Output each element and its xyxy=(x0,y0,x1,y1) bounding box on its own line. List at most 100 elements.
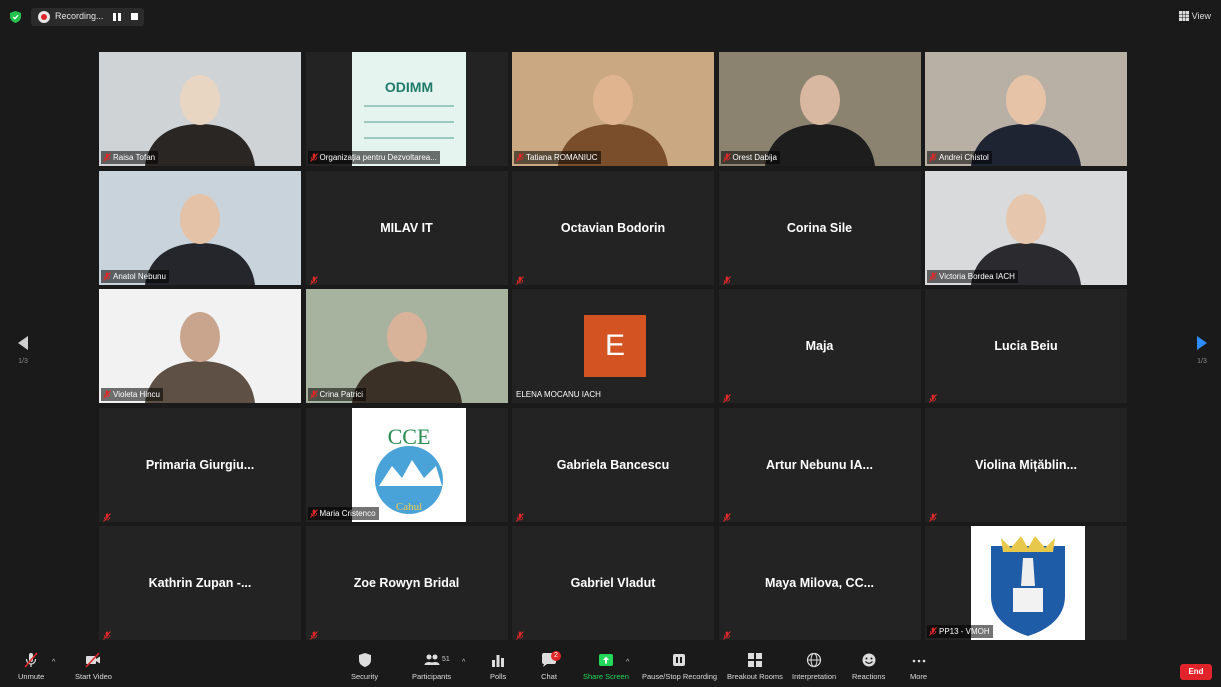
next-page-button[interactable]: 1/3 xyxy=(1197,336,1207,365)
end-meeting-button[interactable]: End xyxy=(1180,664,1212,680)
more-button[interactable]: More xyxy=(910,652,927,681)
participant-tile[interactable]: Victoria Bordea IACH xyxy=(925,170,1127,285)
security-button[interactable]: Security xyxy=(351,652,378,681)
participant-tile[interactable]: Artur Nebunu IA... xyxy=(718,407,921,522)
participant-name: Organizația pentru Dezvoltarea... xyxy=(319,153,437,162)
participant-tile[interactable]: Gabriel Vladut xyxy=(512,526,714,640)
participant-name-label: PP13 - VMOH xyxy=(927,625,993,638)
mic-muted-icon xyxy=(309,153,318,162)
participant-tile[interactable]: Corina Sile xyxy=(718,170,921,285)
audio-options-caret-icon[interactable]: ^ xyxy=(52,659,55,666)
participant-tile[interactable]: Orest Dabija xyxy=(718,52,921,166)
mic-muted-icon xyxy=(103,512,111,522)
participant-tile[interactable]: Kathrin Zupan -... xyxy=(99,526,301,640)
page-indicator-right: 1/3 xyxy=(1197,358,1207,365)
participant-tile[interactable]: Zoe Rowyn Bridal xyxy=(305,526,508,640)
participant-name-label: ELENA MOCANU IACH xyxy=(514,388,604,401)
participant-tile[interactable]: E ELENA MOCANU IACH xyxy=(512,289,714,403)
unmute-button[interactable]: Unmute xyxy=(18,652,44,681)
mic-muted-icon xyxy=(103,153,111,162)
breakout-rooms-button[interactable]: Breakout Rooms xyxy=(727,652,783,681)
mic-muted-icon xyxy=(103,390,111,399)
chat-button[interactable]: 2 Chat xyxy=(541,651,561,681)
mic-muted-indicator xyxy=(516,627,524,640)
mic-muted-icon xyxy=(309,275,318,285)
polls-button[interactable]: Polls xyxy=(490,652,506,681)
participant-tile[interactable]: Crina Patrici xyxy=(305,289,508,403)
pause-stop-recording-button[interactable]: Pause/Stop Recording xyxy=(642,652,717,681)
page-indicator-left: 1/3 xyxy=(18,358,28,365)
participant-tile[interactable]: Violina Mițăblin... xyxy=(925,407,1127,522)
participant-tile[interactable]: PP13 - VMOH xyxy=(925,526,1127,640)
participant-tile[interactable]: Raisa Tofan xyxy=(99,52,301,166)
cloud-recording-icon xyxy=(38,11,50,23)
participant-name-label: Violeta Hincu xyxy=(101,388,163,401)
share-options-caret-icon[interactable]: ^ xyxy=(626,659,629,666)
participant-tile[interactable]: Primaria Giurgiu... xyxy=(99,407,301,522)
participant-name-label: Raisa Tofan xyxy=(101,151,159,164)
participant-tile[interactable]: CCE Cahul Maria Cristenco xyxy=(305,407,508,522)
more-dots-icon xyxy=(912,659,925,663)
participant-name: Maya Milova, CC... xyxy=(764,576,875,590)
mic-muted-indicator xyxy=(722,272,731,285)
mic-muted-indicator xyxy=(929,509,937,522)
cce-logo-subtext: Cahul xyxy=(395,501,421,513)
security-label: Security xyxy=(351,672,379,681)
coat-of-arms-graphic xyxy=(971,526,1085,640)
participant-name-label: Andrei Chistol xyxy=(927,151,992,164)
encryption-shield-icon[interactable] xyxy=(10,11,21,23)
participant-name: Zoe Rowyn Bridal xyxy=(353,576,460,590)
participant-tile[interactable]: Maja xyxy=(718,289,921,403)
mic-muted-indicator xyxy=(929,390,937,403)
start-video-label: Start Video xyxy=(75,672,112,681)
participant-tile[interactable]: ODIMM Organizația pentru Dezvoltarea... xyxy=(305,52,508,166)
mic-muted-indicator xyxy=(722,509,731,522)
reactions-button[interactable]: Reactions xyxy=(852,652,885,681)
participant-tile[interactable]: Violeta Hincu xyxy=(99,289,301,403)
recording-label: Recording... xyxy=(55,11,104,21)
participant-name: Andrei Chistol xyxy=(939,153,989,162)
meeting-toolbar: Unmute ^ Start Video Security Participan… xyxy=(0,650,1221,687)
mic-muted-icon xyxy=(103,631,111,640)
stop-recording-icon[interactable] xyxy=(131,13,138,20)
participant-tile[interactable]: Anatol Nebunu xyxy=(99,170,301,285)
participant-tile[interactable]: Octavian Bodorin xyxy=(512,170,714,285)
pause-recording-icon[interactable] xyxy=(113,13,121,21)
breakout-rooms-icon xyxy=(747,653,762,667)
participant-video xyxy=(718,52,921,166)
participants-count: 51 xyxy=(442,656,450,663)
odimm-logo-graphic: ODIMM xyxy=(351,52,466,166)
globe-icon xyxy=(806,652,822,668)
view-button[interactable]: View xyxy=(1178,11,1211,21)
participants-icon xyxy=(424,654,440,665)
participants-options-caret-icon[interactable]: ^ xyxy=(462,659,465,666)
participant-name: Lucia Beiu xyxy=(994,339,1058,353)
polls-label: Polls xyxy=(490,672,507,681)
mic-muted-icon xyxy=(24,652,38,668)
participant-tile[interactable]: Gabriela Bancescu xyxy=(512,407,714,522)
share-screen-button[interactable]: Share Screen xyxy=(583,652,629,681)
mic-muted-icon xyxy=(516,631,524,640)
interpretation-button[interactable]: Interpretation xyxy=(792,652,836,681)
recording-indicator[interactable]: Recording... xyxy=(31,8,144,26)
participant-tile[interactable]: Maya Milova, CC... xyxy=(718,526,921,640)
participant-tile[interactable]: Andrei Chistol xyxy=(925,52,1127,166)
participant-name-label: Tatiana ROMANIUC xyxy=(514,151,601,164)
mic-muted-icon xyxy=(516,512,524,522)
participant-tile[interactable]: MILAV IT xyxy=(305,170,508,285)
share-screen-label: Share Screen xyxy=(583,672,629,681)
mic-muted-icon xyxy=(516,153,524,162)
participant-tile[interactable]: Lucia Beiu xyxy=(925,289,1127,403)
participant-name: Primaria Giurgiu... xyxy=(145,457,255,472)
more-label: More xyxy=(910,672,928,681)
share-screen-icon xyxy=(598,654,613,666)
mic-muted-icon xyxy=(103,271,111,281)
mic-muted-indicator xyxy=(722,627,731,640)
start-video-button[interactable]: Start Video xyxy=(75,652,112,681)
top-bar: Recording... View xyxy=(0,0,1221,34)
interpretation-label: Interpretation xyxy=(792,672,837,681)
participant-name: Violina Mițăblin... xyxy=(975,457,1077,472)
participant-tile[interactable]: Tatiana ROMANIUC xyxy=(512,52,714,166)
previous-page-button[interactable]: 1/3 xyxy=(18,336,28,365)
participant-name: Maria Cristenco xyxy=(319,508,376,518)
